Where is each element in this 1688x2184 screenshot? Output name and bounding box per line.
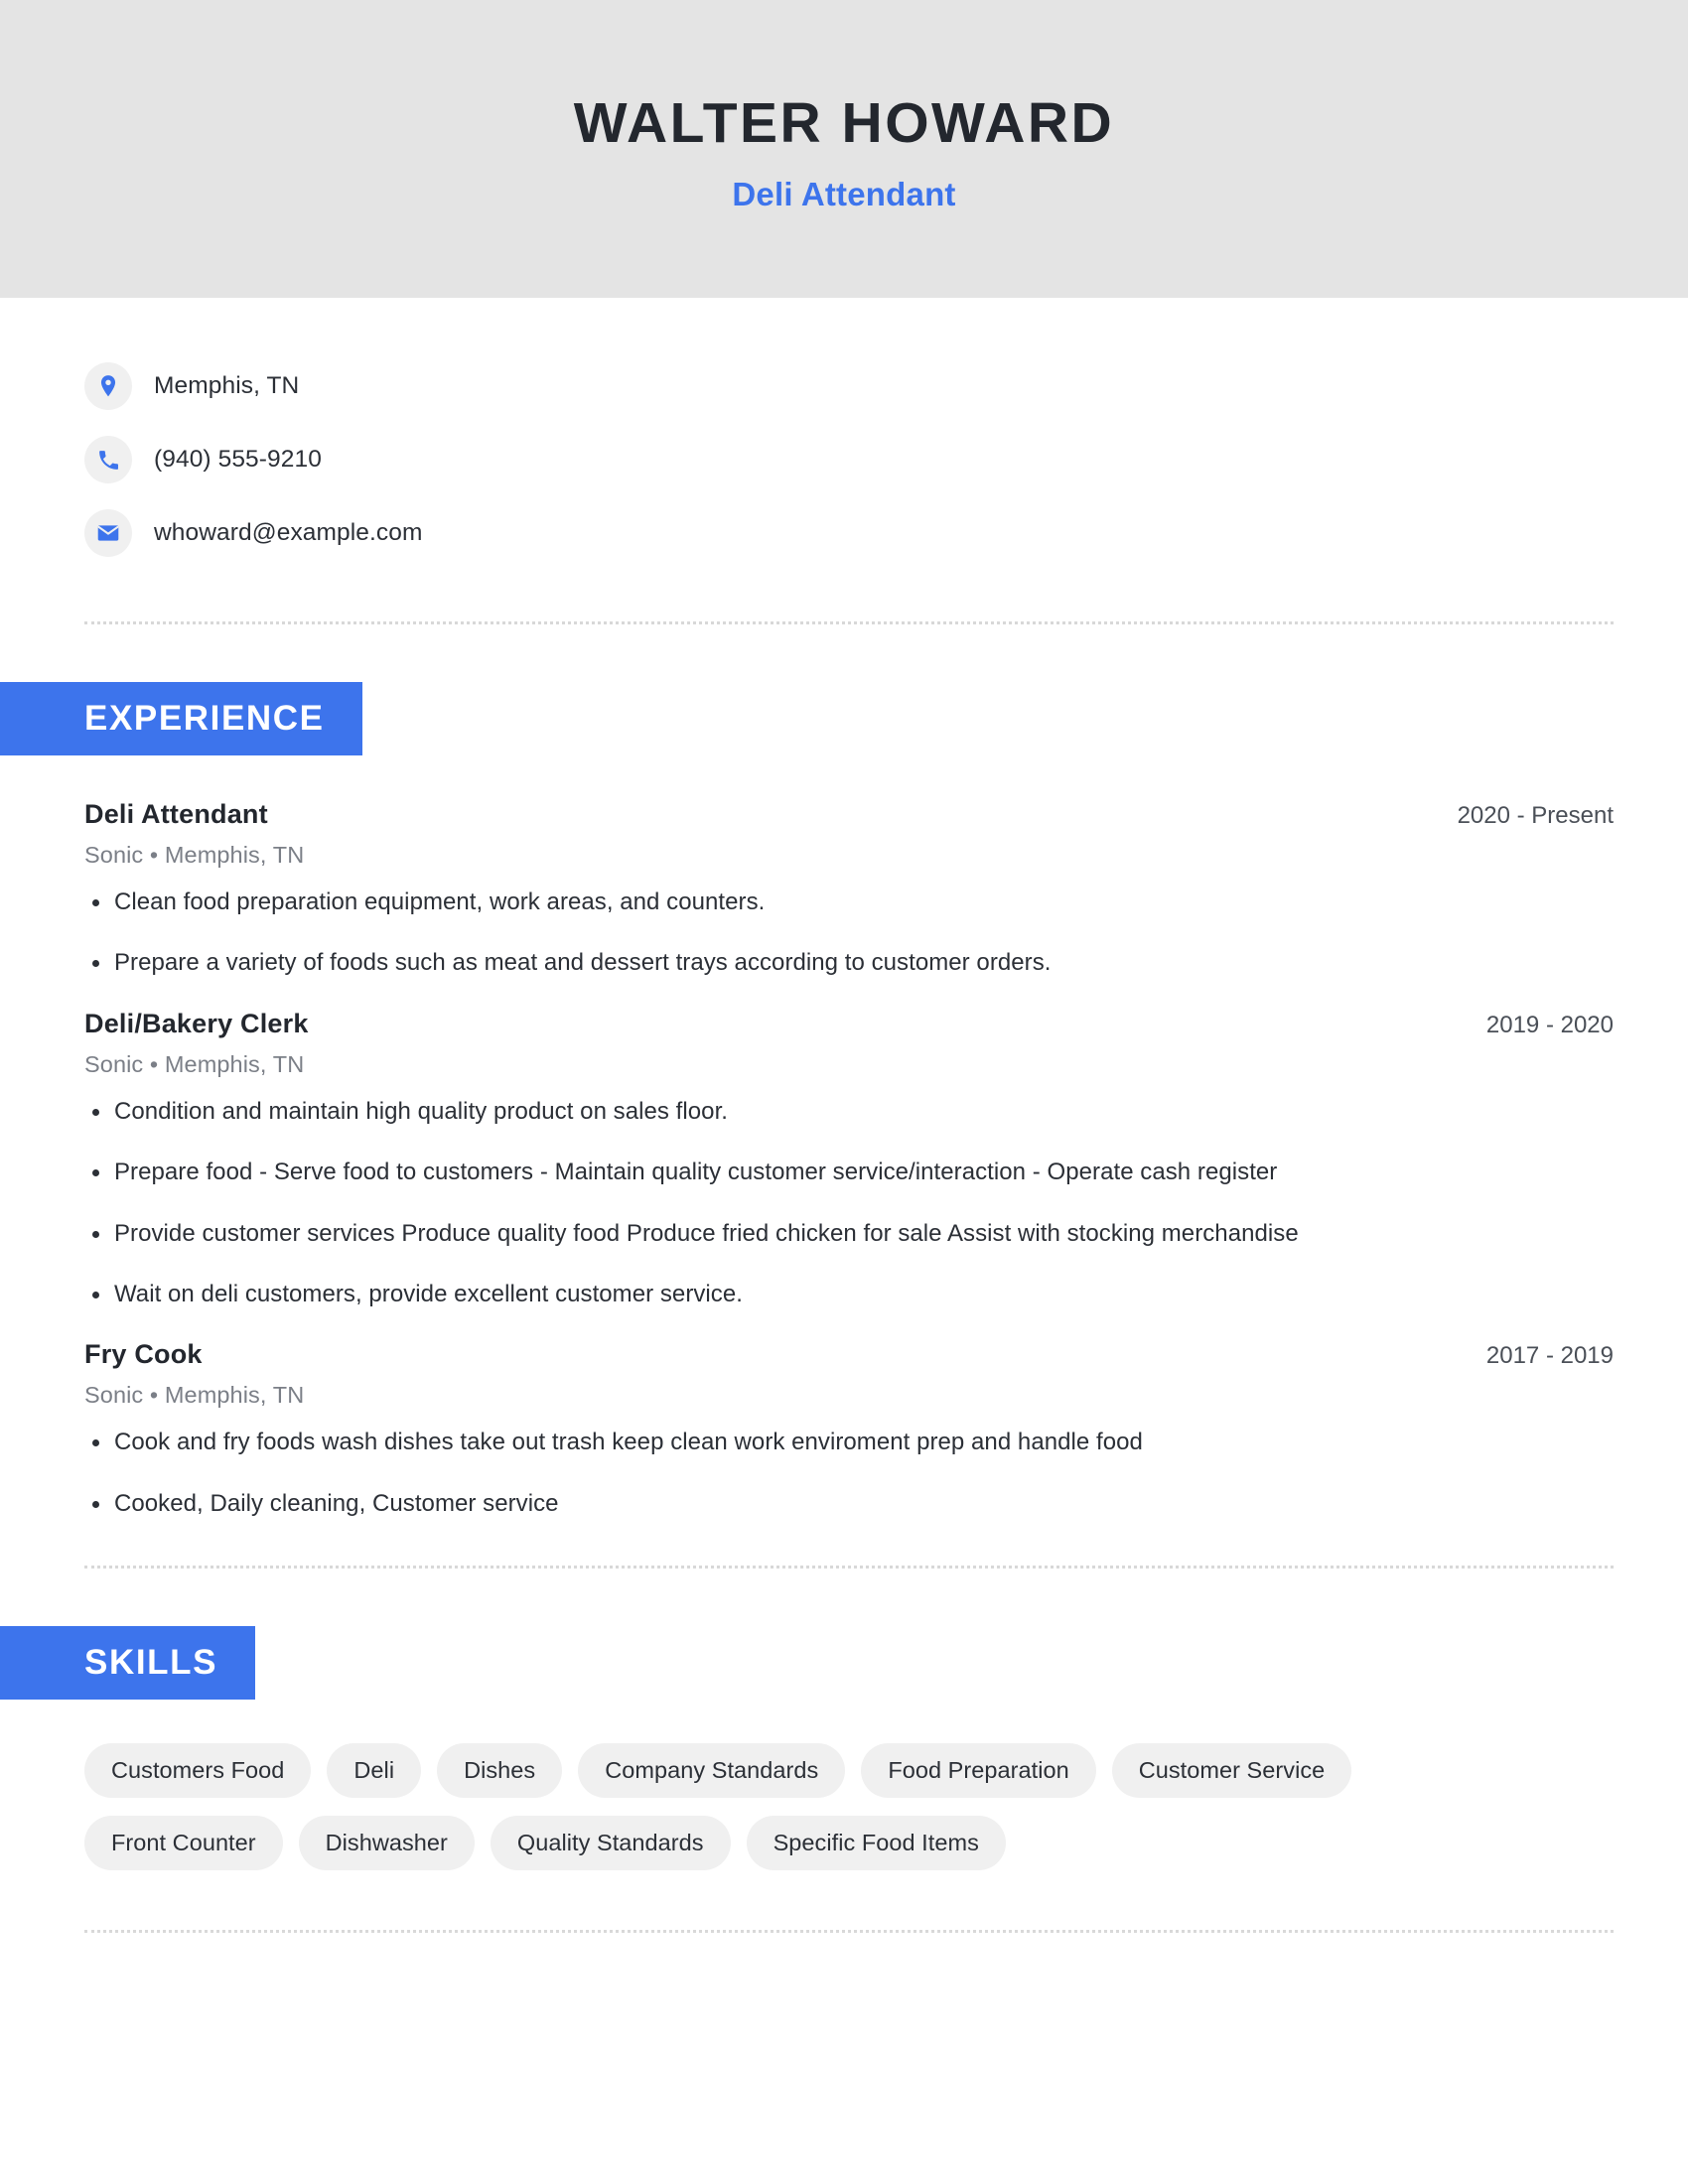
section-header-skills: SKILLS [0,1626,256,1701]
resume-header: WALTER HOWARD Deli Attendant [0,0,1688,298]
skill-pill: Customers Food [84,1743,312,1799]
contact-location-text: Memphis, TN [154,372,300,399]
experience-list: Deli Attendant 2020 - Present Sonic • Me… [0,799,1688,1520]
contact-row-location: Memphis, TN [84,349,1688,423]
contact-row-email: whoward@example.com [84,496,1688,570]
experience-bullets: Condition and maintain high quality prod… [84,1096,1614,1311]
experience-bullet: Prepare a variety of foods such as meat … [84,947,1614,979]
experience-bullet: Wait on deli customers, provide excellen… [84,1279,1614,1310]
experience-bullet: Condition and maintain high quality prod… [84,1096,1614,1128]
experience-role: Deli Attendant [84,799,268,829]
phone-icon [84,436,132,483]
skill-pill: Deli [327,1743,422,1799]
experience-item: Fry Cook 2017 - 2019 Sonic • Memphis, TN… [84,1339,1614,1520]
experience-dates: 2017 - 2019 [1485,1342,1614,1370]
experience-role: Fry Cook [84,1339,203,1370]
contact-block: Memphis, TN (940) 555-9210 whoward@examp… [0,298,1688,570]
experience-company-location: Sonic • Memphis, TN [84,1382,305,1409]
contact-email-text: whoward@example.com [154,519,423,546]
divider-above-experience [84,621,1614,624]
resume-page: WALTER HOWARD Deli Attendant Memphis, TN… [0,0,1688,2184]
experience-bullet: Clean food preparation equipment, work a… [84,887,1614,918]
experience-dates: 2020 - Present [1457,802,1614,829]
skill-pill: Quality Standards [490,1816,731,1871]
skill-pill: Dishwasher [298,1816,475,1871]
experience-item-head: Fry Cook 2017 - 2019 [84,1339,1614,1370]
envelope-icon [84,509,132,557]
experience-item-head: Deli/Bakery Clerk 2019 - 2020 [84,1009,1614,1039]
skills-list: Customers Food Deli Dishes Company Stand… [0,1743,1470,1871]
page-title: WALTER HOWARD [573,91,1115,156]
skill-pill: Company Standards [578,1743,846,1799]
skill-pill: Food Preparation [861,1743,1096,1799]
skill-pill: Front Counter [84,1816,283,1871]
experience-item: Deli Attendant 2020 - Present Sonic • Me… [84,799,1614,980]
contact-phone-text: (940) 555-9210 [154,446,322,473]
contact-row-phone: (940) 555-9210 [84,423,1688,496]
experience-bullet: Cooked, Daily cleaning, Customer service [84,1488,1614,1520]
divider-above-skills [84,1566,1614,1570]
experience-role: Deli/Bakery Clerk [84,1008,309,1038]
experience-bullets: Clean food preparation equipment, work a… [84,887,1614,980]
divider-below-skills [84,1930,1614,1934]
experience-item: Deli/Bakery Clerk 2019 - 2020 Sonic • Me… [84,1009,1614,1311]
skill-pill: Customer Service [1111,1743,1352,1799]
experience-company-location: Sonic • Memphis, TN [84,1050,305,1077]
skill-pill: Dishes [437,1743,563,1799]
experience-company-location: Sonic • Memphis, TN [84,842,305,868]
experience-bullet: Prepare food - Serve food to customers -… [84,1157,1614,1188]
skill-pill: Specific Food Items [746,1816,1006,1871]
experience-bullet: Provide customer services Produce qualit… [84,1218,1614,1250]
experience-dates: 2019 - 2020 [1485,1011,1614,1038]
header-job-title: Deli Attendant [732,175,956,212]
experience-item-head: Deli Attendant 2020 - Present [84,799,1614,830]
experience-bullets: Cook and fry foods wash dishes take out … [84,1427,1614,1520]
experience-bullet: Cook and fry foods wash dishes take out … [84,1427,1614,1458]
section-header-experience: EXPERIENCE [0,682,362,755]
location-pin-icon [84,362,132,410]
